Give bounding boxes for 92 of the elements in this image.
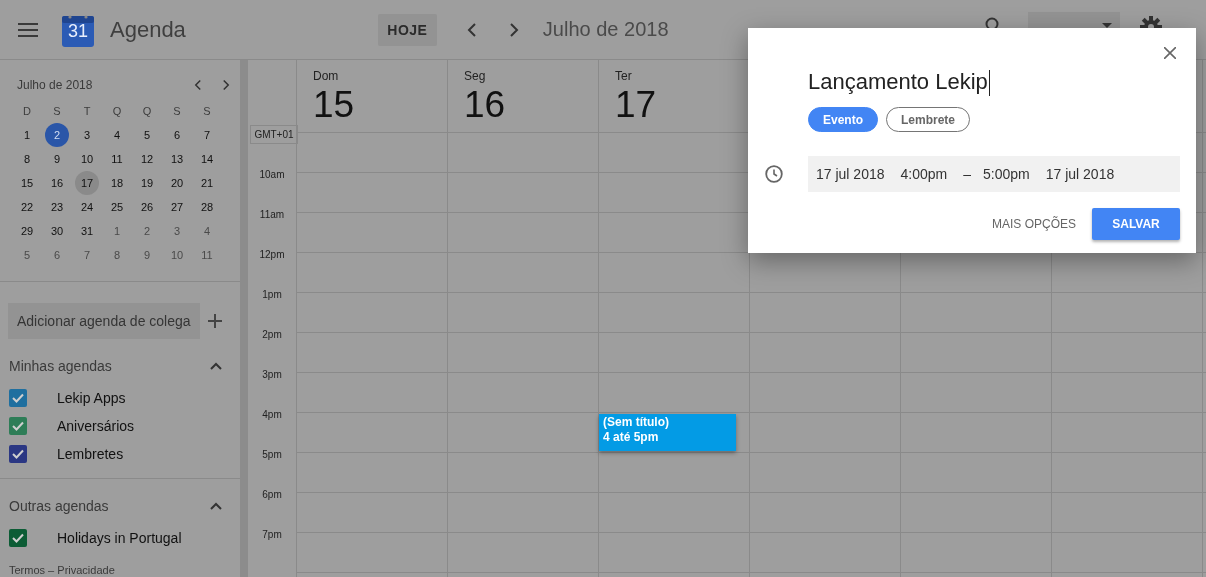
calendar-day[interactable]: 1 [15, 123, 39, 147]
date-number[interactable]: 16 [464, 85, 598, 125]
add-icon[interactable] [208, 314, 222, 328]
calendar-day[interactable]: 6 [45, 243, 69, 267]
section-title: Outras agendas [9, 498, 110, 514]
calendar-day[interactable]: 2 [45, 123, 69, 147]
calendar-name: Lembretes [57, 446, 124, 462]
checkbox[interactable] [9, 445, 27, 463]
calendar-day[interactable]: 20 [165, 171, 189, 195]
calendar-day[interactable]: 25 [105, 195, 129, 219]
calendar-day[interactable]: 15 [15, 171, 39, 195]
calendar-day[interactable]: 12 [135, 147, 159, 171]
add-calendar-field[interactable]: Adicionar agenda de colega [8, 303, 200, 339]
app-title: Agenda [110, 16, 186, 43]
calendar-day[interactable]: 10 [75, 147, 99, 171]
today-button[interactable]: HOJE [377, 13, 437, 46]
hour-label: 4pm [262, 409, 282, 420]
title-field[interactable]: Lançamento Lekip [808, 69, 990, 97]
calendar-day[interactable]: 18 [105, 171, 129, 195]
weekday-label: S [203, 105, 211, 117]
date-number[interactable]: 17 [615, 85, 749, 125]
calendar-day[interactable]: 13 [165, 147, 189, 171]
calendar-name: Holidays in Portugal [57, 530, 182, 546]
calendar-day[interactable]: 9 [135, 243, 159, 267]
calendar-day[interactable]: 7 [195, 123, 219, 147]
hour-label: 5pm [262, 449, 282, 460]
type-chip[interactable]: Evento [808, 107, 878, 132]
close-icon[interactable] [1164, 47, 1176, 59]
hour-label: 10am [259, 169, 285, 180]
calendar-day[interactable]: 27 [165, 195, 189, 219]
start-time[interactable]: 4:00pm [900, 166, 948, 182]
calendar-day[interactable]: 23 [45, 195, 69, 219]
calendar-day[interactable]: 3 [75, 123, 99, 147]
range-separator: – [963, 166, 971, 182]
calendar-day[interactable]: 14 [195, 147, 219, 171]
date-number[interactable]: 15 [313, 85, 447, 125]
calendar-name: Aniversários [57, 418, 135, 434]
hour-label: 7pm [262, 529, 282, 540]
hour-label: 6pm [262, 489, 282, 500]
calendar-day[interactable]: 30 [45, 219, 69, 243]
weekday-label: Ter [615, 69, 633, 83]
calendar-day[interactable]: 26 [135, 195, 159, 219]
section-title: Minhas agendas [9, 358, 113, 374]
calendar-name: Lekip Apps [57, 390, 126, 406]
weekday-label: D [23, 105, 31, 117]
calendar-day[interactable]: 5 [135, 123, 159, 147]
hour-label: 2pm [262, 329, 282, 340]
calendar-day[interactable]: 31 [75, 219, 99, 243]
checkbox[interactable] [9, 417, 27, 435]
end-time[interactable]: 5:00pm [983, 166, 1030, 182]
timezone-label: GMT+01 [250, 125, 298, 144]
weekday-label: Dom [313, 69, 340, 83]
calendar-day[interactable]: 24 [75, 195, 99, 219]
end-date[interactable]: 17 jul 2018 [1045, 166, 1115, 182]
calendar-day[interactable]: 8 [105, 243, 129, 267]
save-button[interactable]: SALVAR [1092, 208, 1180, 240]
calendar-day[interactable]: 11 [105, 147, 129, 171]
calendar-day[interactable]: 17 [75, 171, 99, 195]
calendar-day[interactable]: 19 [135, 171, 159, 195]
calendar-day[interactable]: 9 [45, 147, 69, 171]
weekday-label: T [83, 105, 91, 117]
weekday-label: Q [112, 105, 122, 117]
weekday-label: S [53, 105, 61, 117]
start-date[interactable]: 17 jul 2018 [816, 166, 885, 182]
menu-icon[interactable] [18, 21, 38, 38]
date-range: Julho de 2018 [542, 18, 669, 41]
calendar-day[interactable]: 10 [165, 243, 189, 267]
calendar-day[interactable]: 21 [195, 171, 219, 195]
clock-icon [765, 165, 783, 183]
calendar-day[interactable]: 1 [105, 219, 129, 243]
weekday-label: S [173, 105, 181, 117]
checkbox[interactable] [9, 529, 27, 547]
more-options-button[interactable]: MAIS OPÇÕES [991, 217, 1076, 231]
type-chip[interactable]: Lembrete [886, 107, 971, 132]
hour-label: 3pm [262, 369, 282, 380]
hour-label: 11am [259, 209, 285, 220]
checkbox[interactable] [9, 389, 27, 407]
collapse-icon[interactable] [210, 502, 222, 510]
calendar-day[interactable]: 4 [105, 123, 129, 147]
month-title: Julho de 2018 [17, 77, 94, 92]
hour-label: 12pm [259, 249, 285, 260]
calendar-day[interactable]: 22 [15, 195, 39, 219]
weekday-label: Seg [464, 69, 487, 83]
calendar-day[interactable]: 28 [195, 195, 219, 219]
collapse-icon[interactable] [210, 362, 222, 370]
hour-label: 1pm [262, 289, 282, 300]
calendar-day[interactable]: 6 [165, 123, 189, 147]
calendar-day[interactable]: 16 [45, 171, 69, 195]
calendar-day[interactable]: 29 [15, 219, 39, 243]
weekday-label: Q [142, 105, 152, 117]
footer-links[interactable]: Termos – Privacidade [9, 564, 240, 576]
calendar-day[interactable]: 8 [15, 147, 39, 171]
